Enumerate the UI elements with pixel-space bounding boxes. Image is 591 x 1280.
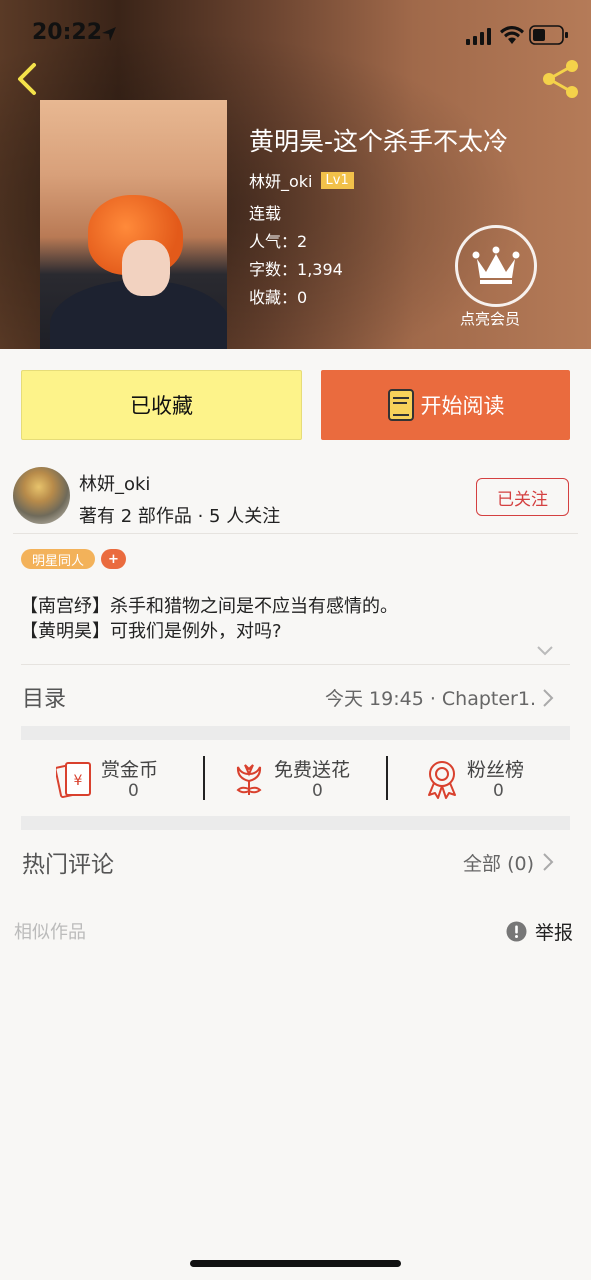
flower-icon (236, 764, 262, 795)
book-title: 黄明昊-这个杀手不太冷 (249, 127, 509, 156)
divider (386, 756, 388, 800)
book-icon (387, 389, 414, 421)
battery-icon (529, 25, 568, 45)
divider (21, 664, 570, 665)
book-cover[interactable] (40, 100, 227, 349)
status-time: 20:22 (32, 20, 103, 45)
signal-icon (466, 28, 491, 45)
home-indicator[interactable] (190, 1260, 401, 1267)
all-comments-link[interactable]: 全部 (0) (463, 849, 534, 876)
chevron-right-icon[interactable] (542, 852, 554, 872)
reward-coins-button[interactable]: ¥ 赏金币 0 (56, 755, 176, 803)
similar-works-label: 相似作品 (14, 922, 86, 943)
hot-comments-title: 热门评论 (22, 852, 114, 878)
crown-icon (472, 246, 520, 284)
book-author[interactable]: 林妍_oki (249, 168, 313, 192)
reward-value: 0 (128, 781, 139, 801)
fans-rank-button[interactable]: 粉丝榜 0 (425, 755, 545, 803)
status-bar: 20:22 (0, 0, 591, 70)
author-avatar[interactable] (13, 467, 70, 524)
section-separator (21, 726, 570, 740)
category-tag-label: 明星同人 (31, 553, 84, 569)
report-label: 举报 (535, 922, 574, 944)
svg-text:¥: ¥ (74, 773, 83, 789)
follow-label: 已关注 (497, 489, 548, 510)
start-reading-label: 开始阅读 (420, 394, 505, 418)
description-line: 【南宫纾】杀手和猎物之间是不应当有感情的。 (20, 596, 398, 617)
info-icon (506, 921, 527, 942)
red-envelope-icon: ¥ (56, 761, 91, 799)
word-count-value: 1,394 (297, 260, 343, 279)
directory-title[interactable]: 目录 (22, 681, 66, 713)
author-row: 林妍_oki Lv1 (249, 168, 354, 192)
word-count-label: 字数： (249, 260, 298, 279)
location-arrow-icon (102, 27, 116, 41)
free-flower-button[interactable]: 免费送花 0 (232, 755, 372, 803)
divider (203, 756, 205, 800)
category-tag[interactable]: 明星同人 (21, 549, 95, 569)
favorites-row: 收藏：0 (249, 284, 307, 308)
collected-label: 已收藏 (130, 394, 193, 418)
flower-value: 0 (312, 781, 323, 801)
add-tag-label: + (108, 551, 119, 567)
reward-label: 赏金币 (101, 759, 159, 781)
add-tag-button[interactable]: + (101, 549, 126, 569)
book-status: 连载 (249, 204, 282, 223)
section-separator (21, 816, 570, 830)
author-card-subtitle: 著有 2 部作品 · 5 人关注 (79, 506, 281, 527)
favorites-value: 0 (297, 288, 308, 307)
favorites-label: 收藏： (249, 288, 298, 307)
chevron-right-icon[interactable] (542, 688, 554, 708)
medal-icon (428, 761, 456, 799)
start-reading-button[interactable]: 开始阅读 (321, 370, 570, 440)
chevron-down-icon[interactable] (536, 645, 554, 657)
member-label[interactable]: 点亮会员 (460, 308, 520, 329)
divider (13, 533, 578, 534)
popularity-label: 人气： (249, 232, 298, 251)
popularity-row: 人气：2 (249, 228, 307, 252)
member-button[interactable] (455, 225, 537, 307)
back-icon[interactable] (14, 62, 40, 96)
wifi-icon (500, 26, 524, 44)
fans-value: 0 (493, 781, 504, 801)
popularity-value: 2 (297, 232, 308, 251)
follow-button[interactable]: 已关注 (476, 478, 569, 516)
report-button[interactable]: 举报 (506, 918, 573, 945)
latest-chapter[interactable]: 今天 19:45 · Chapter1. (325, 684, 536, 711)
book-header: 20:22 黄明昊-这个杀手不太冷 林妍_oki Lv1 连载 人气：2 字数：… (0, 0, 591, 349)
flower-label: 免费送花 (274, 759, 351, 781)
word-count-row: 字数：1,394 (249, 256, 343, 280)
level-badge: Lv1 (320, 171, 354, 189)
author-card-name[interactable]: 林妍_oki (79, 470, 150, 496)
description-line: 【黄明昊】可我们是例外，对吗? (20, 621, 282, 642)
share-icon[interactable] (540, 58, 582, 100)
collected-button[interactable]: 已收藏 (21, 370, 302, 440)
fans-label: 粉丝榜 (467, 759, 525, 781)
